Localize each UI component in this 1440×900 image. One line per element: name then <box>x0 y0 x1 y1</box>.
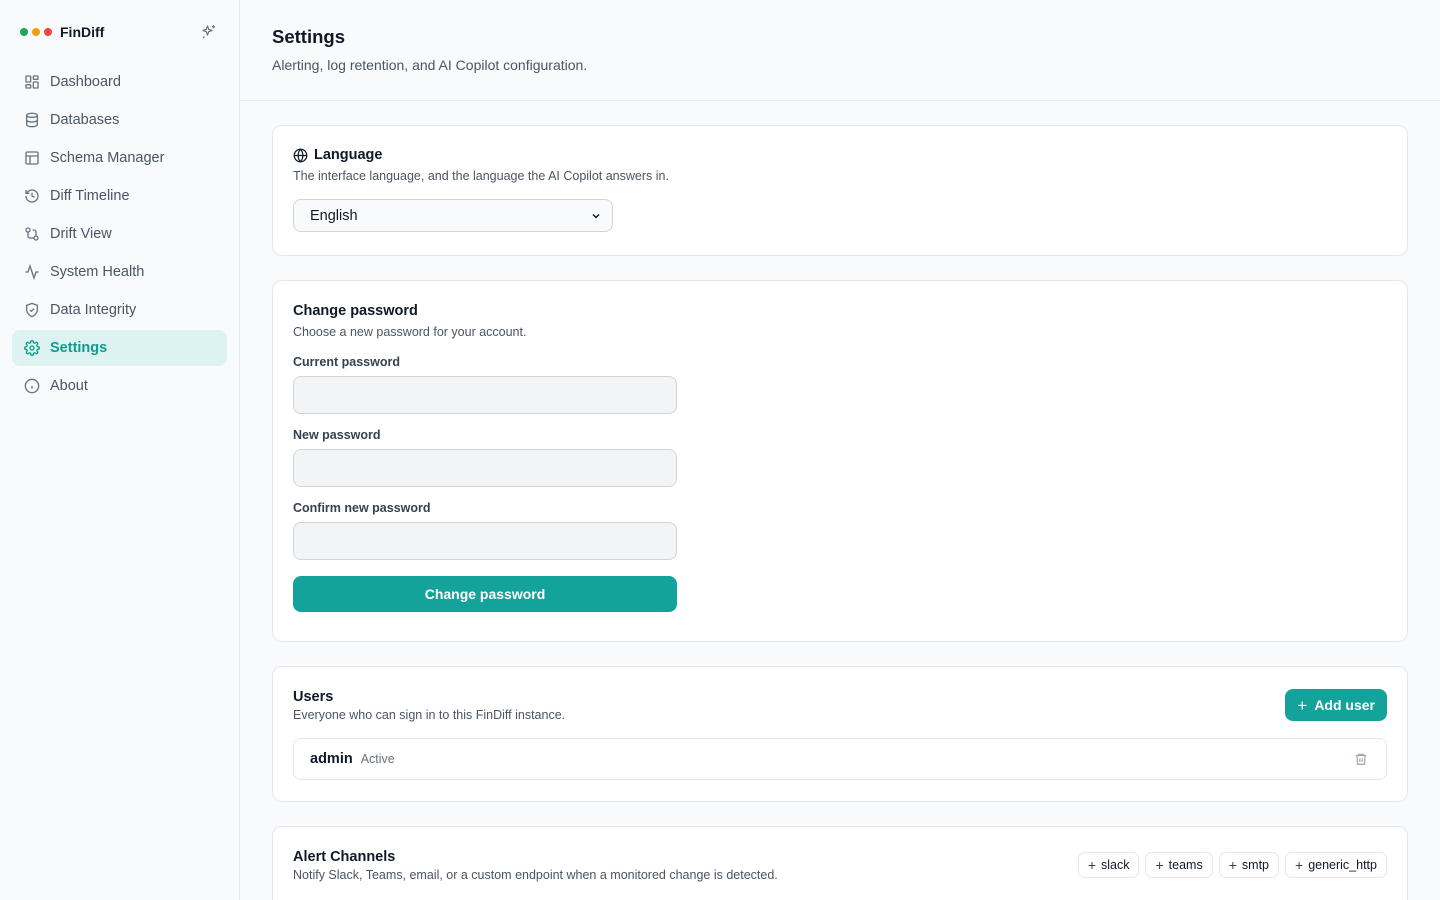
confirm-password-label: Confirm new password <box>293 501 431 515</box>
language-card: Language The interface language, and the… <box>272 125 1408 256</box>
table-icon <box>25 151 39 165</box>
change-password-button[interactable]: Change password <box>293 576 677 612</box>
channel-label: generic_http <box>1308 858 1377 872</box>
window-dot-orange <box>32 28 40 36</box>
sidebar-item-diff-timeline[interactable]: Diff Timeline <box>12 178 227 214</box>
language-selected-value: English <box>310 207 358 224</box>
sidebar-item-label: Drift View <box>50 226 112 242</box>
sidebar-item-data-integrity[interactable]: Data Integrity <box>12 292 227 328</box>
confirm-password-input[interactable] <box>293 522 677 560</box>
shield-check-icon <box>26 302 38 318</box>
brand: FinDiff <box>20 22 220 42</box>
alert-channel-chips: + slack + teams + smtp + generic_http <box>1072 852 1387 878</box>
window-dot-red <box>44 28 52 36</box>
current-password-label: Current password <box>293 355 400 369</box>
sidebar-item-dashboard[interactable]: Dashboard <box>12 64 227 100</box>
add-channel-slack[interactable]: + slack <box>1077 852 1140 878</box>
channel-label: smtp <box>1241 858 1269 872</box>
language-title: Language <box>293 147 1387 163</box>
language-description: The interface language, and the language… <box>293 169 669 183</box>
sparkles-icon[interactable] <box>200 23 218 41</box>
plus-icon: + <box>1297 695 1308 715</box>
add-user-button[interactable]: + Add user <box>1285 689 1387 721</box>
sidebar-nav: Dashboard Databases Schema Manager Diff … <box>12 64 227 406</box>
sidebar-item-label: System Health <box>50 264 145 280</box>
sidebar-item-label: Data Integrity <box>50 302 137 318</box>
add-channel-generic-http[interactable]: + generic_http <box>1285 852 1387 878</box>
change-password-card: Change password Choose a new password fo… <box>272 280 1408 642</box>
plus-icon: + <box>1155 857 1164 873</box>
user-name: admin <box>310 751 353 767</box>
channel-label: teams <box>1168 858 1203 872</box>
channel-label: slack <box>1101 858 1130 872</box>
page-subtitle: Alerting, log retention, and AI Copilot … <box>272 57 588 73</box>
app-name: FinDiff <box>60 24 105 40</box>
plus-icon: + <box>1295 857 1304 873</box>
user-row: admin Active <box>293 738 1387 780</box>
page-title: Settings <box>272 26 345 47</box>
add-channel-smtp[interactable]: + smtp <box>1218 852 1279 878</box>
dashboard-icon <box>25 75 39 89</box>
language-title-text: Language <box>314 147 383 163</box>
current-password-input[interactable] <box>293 376 677 414</box>
sidebar-item-system-health[interactable]: System Health <box>12 254 227 290</box>
page-header: Settings Alerting, log retention, and AI… <box>240 0 1440 101</box>
user-status: Active <box>360 752 395 766</box>
users-description: Everyone who can sign in to this FinDiff… <box>293 708 566 722</box>
add-channel-teams[interactable]: + teams <box>1145 852 1213 878</box>
sidebar-item-label: Databases <box>50 112 120 128</box>
window-dot-green <box>20 28 28 36</box>
new-password-label: New password <box>293 428 381 442</box>
sidebar: FinDiff Dashboard Databases Schema Manag… <box>0 0 240 900</box>
sidebar-item-about[interactable]: About <box>12 368 227 404</box>
git-compare-icon <box>25 227 39 241</box>
activity-icon <box>25 264 39 280</box>
language-select[interactable]: English <box>293 199 613 232</box>
globe-icon <box>293 147 308 163</box>
plus-icon: + <box>1087 857 1096 873</box>
database-icon <box>26 112 38 128</box>
add-user-label: Add user <box>1314 697 1375 713</box>
info-icon <box>24 378 40 394</box>
users-title: Users <box>293 689 334 705</box>
main-content: Settings Alerting, log retention, and AI… <box>240 0 1440 900</box>
users-card: Users Everyone who can sign in to this F… <box>272 666 1408 802</box>
sidebar-item-settings[interactable]: Settings <box>12 330 227 366</box>
gear-icon <box>24 340 40 356</box>
new-password-input[interactable] <box>293 449 677 487</box>
sidebar-item-label: Schema Manager <box>50 150 165 166</box>
chevron-down-icon <box>592 213 600 219</box>
change-password-title: Change password <box>293 303 418 319</box>
sidebar-item-label: Settings <box>50 340 108 356</box>
sidebar-item-label: Dashboard <box>50 74 121 90</box>
sidebar-item-schema-manager[interactable]: Schema Manager <box>12 140 227 176</box>
history-icon <box>25 189 39 203</box>
sidebar-item-drift-view[interactable]: Drift View <box>12 216 227 252</box>
trash-icon[interactable] <box>1354 752 1368 766</box>
change-password-description: Choose a new password for your account. <box>293 325 527 339</box>
sidebar-item-label: Diff Timeline <box>50 188 130 204</box>
sidebar-item-databases[interactable]: Databases <box>12 102 227 138</box>
plus-icon: + <box>1228 857 1237 873</box>
alert-channels-card: Alert Channels Notify Slack, Teams, emai… <box>272 826 1408 900</box>
sidebar-item-label: About <box>50 378 88 394</box>
